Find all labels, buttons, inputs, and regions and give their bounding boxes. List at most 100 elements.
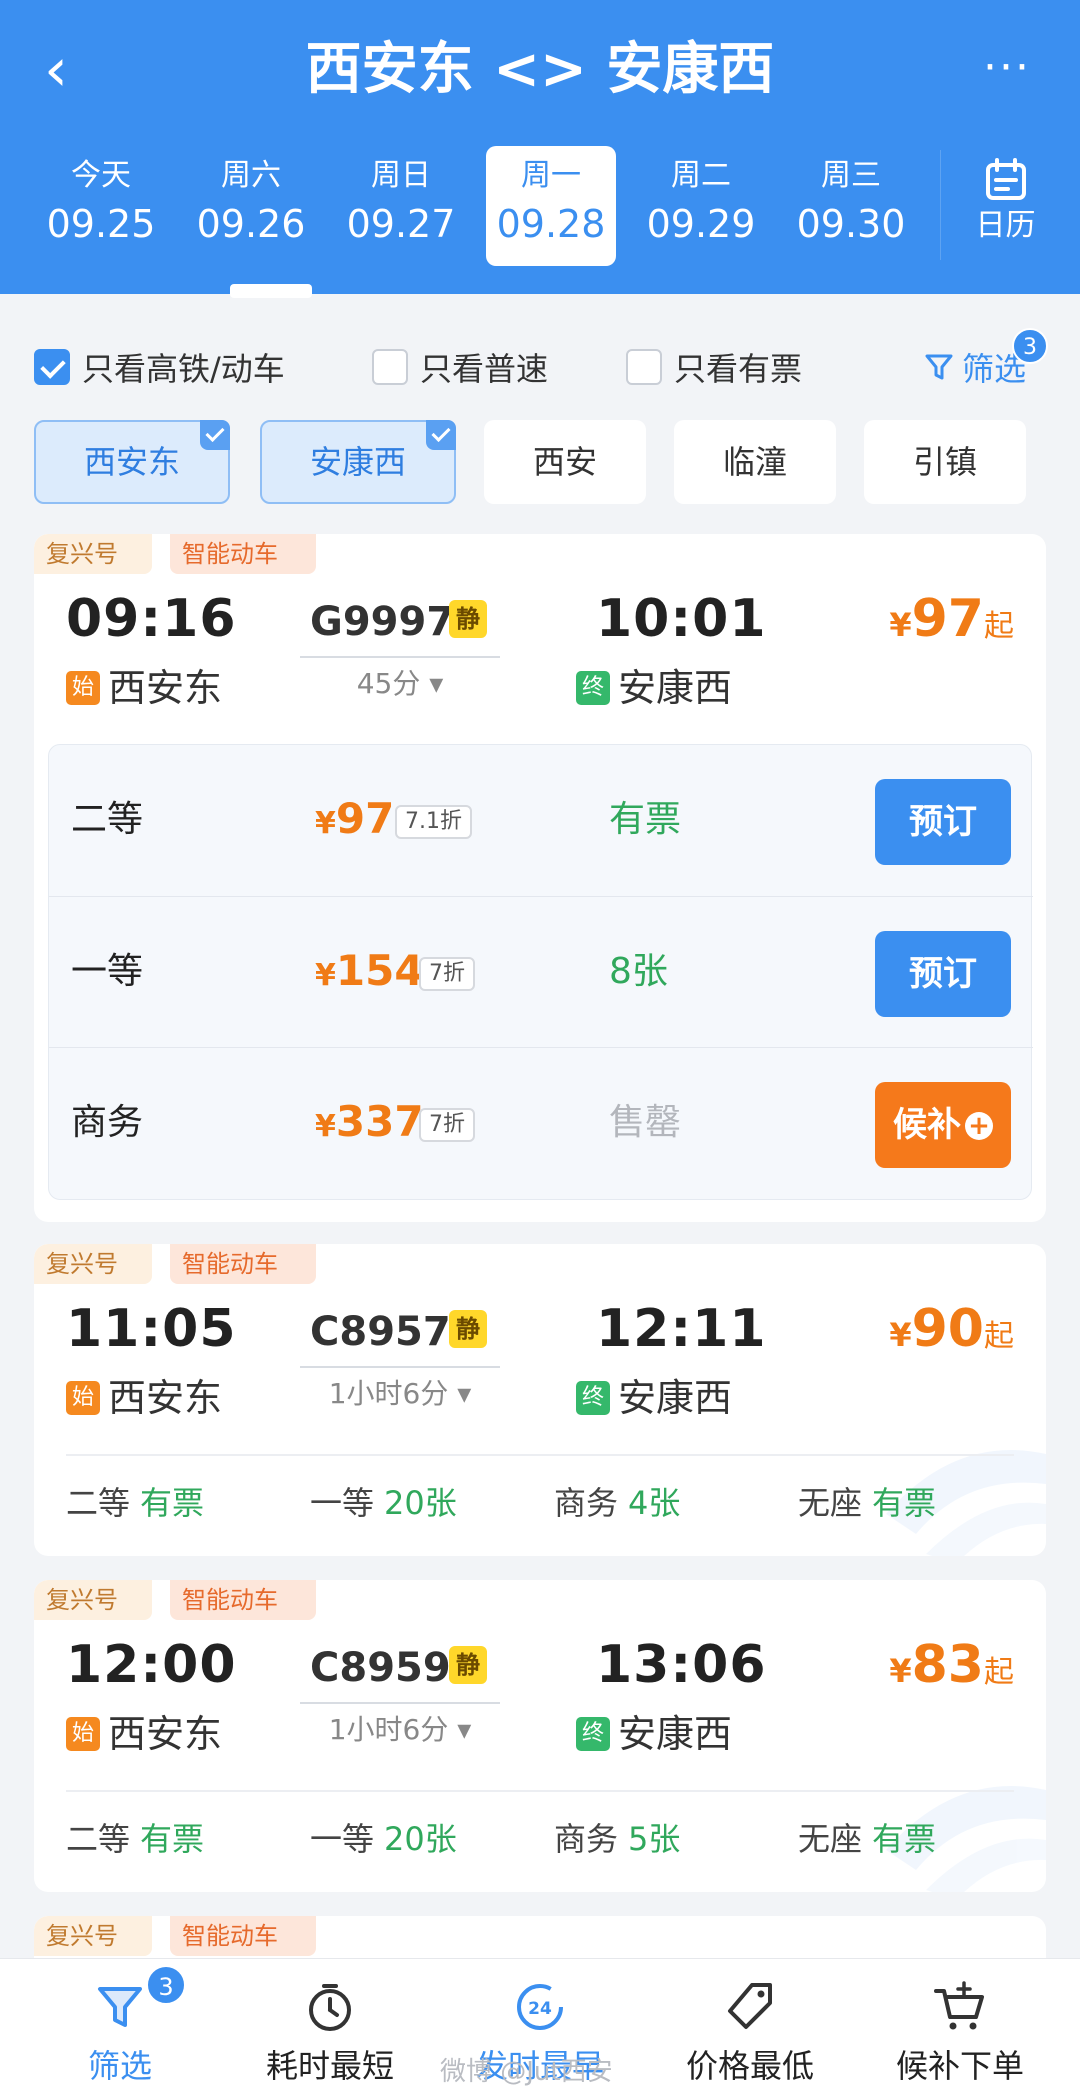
seat-class: 无座 [798, 1484, 863, 1522]
price-suffix: 起 [984, 1319, 1014, 1354]
seat-price: ¥97 [315, 791, 394, 852]
date-weekday: 周三 [821, 158, 881, 193]
start-station-mark: 始 [66, 1381, 100, 1415]
station-chip-label: 安康西 [309, 443, 406, 481]
book-button[interactable]: 预订 [875, 779, 1011, 865]
seat-row-business-class: 商务 ¥337 7折 售罄 候补 + [49, 1047, 1033, 1197]
duration-toggle[interactable]: 45分 ▾ [300, 664, 500, 704]
divider [66, 1790, 1014, 1792]
calendar-label: 日历 [975, 208, 1036, 243]
train-card-c8957[interactable]: 复兴号 智能动车 11:05 C8957 静 1小时6分 ▾ 12:11 ¥90… [34, 1244, 1046, 1556]
date-tab-0[interactable]: 今天 09.25 [36, 146, 166, 266]
seat-availability: 5张 [628, 1820, 681, 1858]
calendar-button[interactable]: 日历 [940, 150, 1070, 260]
cart-plus-icon [934, 1981, 984, 2030]
arrival-station: 终 安康西 [576, 1706, 732, 1762]
seat-summary-business: 商务 4张 [554, 1480, 680, 1526]
seat-class: 商务 [554, 1820, 619, 1858]
quiet-carriage-badge: 静 [449, 1646, 487, 1684]
price-value: 83 [911, 1635, 984, 1695]
date-weekday: 今天 [71, 158, 131, 193]
seat-summary-first: 一等 20张 [310, 1816, 457, 1862]
more-icon[interactable]: ··· [972, 38, 1042, 98]
fuxing-tag: 复兴号 [34, 1244, 152, 1284]
date-weekday: 周一 [521, 158, 581, 193]
end-station-mark: 终 [576, 1381, 610, 1415]
currency: ¥ [889, 606, 912, 644]
seat-class: 商务 [554, 1484, 619, 1522]
price-tag-icon [728, 1983, 772, 2029]
wave-decoration-icon [886, 1786, 1046, 1892]
seat-class: 二等 [66, 1820, 131, 1858]
date-tab-4[interactable]: 周二 09.29 [636, 146, 766, 266]
date-tab-2[interactable]: 周日 09.27 [336, 146, 466, 266]
normal-only-checkbox[interactable]: 只看普速 [372, 344, 548, 390]
checkbox-empty-icon [372, 349, 408, 385]
date-value: 09.25 [46, 202, 156, 246]
start-station-mark: 始 [66, 671, 100, 705]
departure-station: 始 西安东 [66, 660, 222, 716]
screen-button[interactable]: 筛选 3 [924, 328, 1048, 390]
date-tab-5[interactable]: 周三 09.30 [786, 146, 916, 266]
arrival-time: 13:06 [596, 1635, 767, 1695]
high-speed-only-checkbox[interactable]: 只看高铁/动车 [34, 344, 285, 390]
station-chip-xian[interactable]: 西安 [484, 420, 646, 504]
departure-station: 始 西安东 [66, 1370, 222, 1426]
date-weekday: 周二 [671, 158, 731, 193]
calendar-icon [985, 158, 1026, 200]
currency: ¥ [315, 806, 336, 841]
nav-lowest-price[interactable]: 价格最低 [650, 1959, 850, 2097]
station-chip-label: 临潼 [722, 443, 787, 481]
seat-availability: 有票 [872, 1484, 937, 1522]
book-button[interactable]: 预订 [875, 931, 1011, 1017]
nav-shortest-duration[interactable]: 耗时最短 [230, 1959, 430, 2097]
date-value: 09.27 [346, 202, 456, 246]
departure-time: 11:05 [66, 1299, 237, 1359]
station-chip-label: 西安东 [83, 443, 180, 481]
station-chip-xian-east[interactable]: 西安东 [34, 420, 230, 504]
train-number: C8957 [310, 1309, 451, 1355]
seat-availability: 20张 [384, 1820, 457, 1858]
nav-filter[interactable]: 3 筛选 [20, 1959, 220, 2097]
checkbox-label: 只看高铁/动车 [82, 350, 285, 388]
departure-time: 09:16 [66, 589, 237, 649]
seat-class: 一等 [310, 1484, 375, 1522]
seat-summary-first: 一等 20张 [310, 1480, 457, 1526]
date-value: 09.29 [646, 202, 756, 246]
seat-class: 商务 [71, 1102, 144, 1143]
date-weekday: 周日 [371, 158, 431, 193]
station-chip-ankang-west[interactable]: 安康西 [260, 420, 456, 504]
station-name: 安康西 [618, 1376, 733, 1420]
lowest-price: ¥97起 [889, 584, 1014, 662]
duration-line [300, 1702, 500, 1704]
price-value: 97 [335, 794, 395, 843]
train-card-g9997[interactable]: 复兴号 智能动车 09:16 G9997 静 45分 ▾ 10:01 ¥97起 … [34, 534, 1046, 1222]
clock-24-icon: 24 [517, 1984, 563, 2030]
seat-availability: 售罄 [609, 1102, 682, 1143]
check-icon [200, 420, 230, 450]
seat-row-first-class: 一等 ¥154 7折 8张 预订 [49, 896, 1033, 1046]
fuxing-tag: 复兴号 [34, 1580, 152, 1620]
station-chip-yinzhen[interactable]: 引镇 [864, 420, 1026, 504]
date-tabs: 今天 09.25 周六 09.26 周日 09.27 周一 09.28 周二 0… [0, 146, 940, 266]
date-value: 09.26 [196, 202, 306, 246]
filter-count-badge: 3 [146, 1965, 186, 2005]
duration-toggle[interactable]: 1小时6分 ▾ [300, 1374, 500, 1414]
train-card-c8959[interactable]: 复兴号 智能动车 12:00 C8959 静 1小时6分 ▾ 13:06 ¥83… [34, 1580, 1046, 1892]
available-only-checkbox[interactable]: 只看有票 [626, 344, 802, 390]
waitlist-button[interactable]: 候补 + [875, 1082, 1011, 1168]
date-tab-1[interactable]: 周六 09.26 [186, 146, 316, 266]
date-value: 09.30 [796, 202, 906, 246]
seat-availability: 有票 [609, 799, 682, 840]
nav-waitlist-order[interactable]: 候补下单 [860, 1959, 1060, 2097]
nav-label: 筛选 [87, 2047, 152, 2085]
duration-toggle[interactable]: 1小时6分 ▾ [300, 1710, 500, 1750]
station-chip-lintong[interactable]: 临潼 [674, 420, 836, 504]
date-tab-3[interactable]: 周一 09.28 [486, 146, 616, 266]
fuxing-tag: 复兴号 [34, 1916, 152, 1956]
smart-emu-tag: 智能动车 [170, 1916, 316, 1956]
lowest-price: ¥83起 [889, 1630, 1014, 1708]
seat-price: ¥337 [315, 1094, 424, 1155]
seat-summary-standing: 无座 有票 [798, 1816, 936, 1862]
station-name: 西安东 [108, 666, 223, 710]
